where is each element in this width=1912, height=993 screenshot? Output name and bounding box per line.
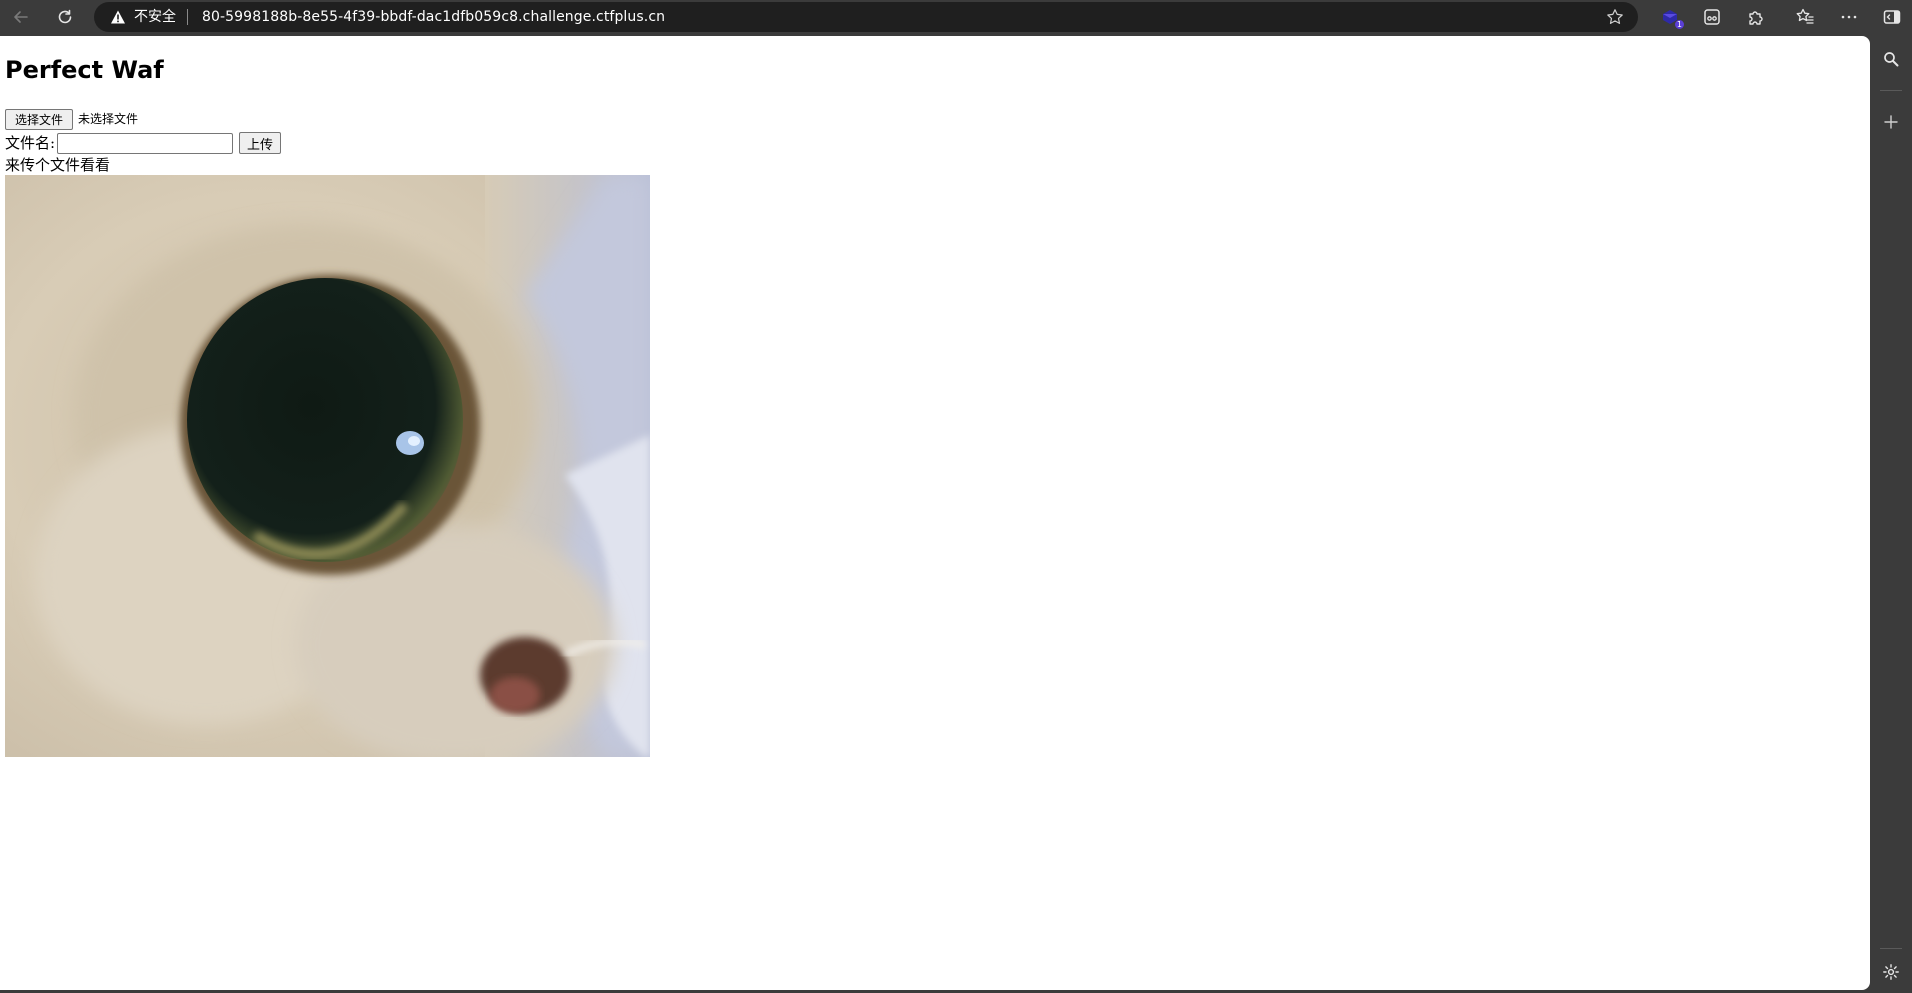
browser-toolbar: 不安全 80-5998188b-8e55-4f39-bbdf-dac1dfb05… <box>0 0 1912 35</box>
filename-input[interactable] <box>57 133 233 154</box>
extension-button[interactable]: 1 <box>1658 5 1684 29</box>
sidebar-divider <box>1880 90 1902 91</box>
sidebar-settings-button[interactable] <box>1879 960 1903 984</box>
upload-button[interactable]: 上传 <box>239 132 281 154</box>
sidebar-search-button[interactable] <box>1879 47 1903 71</box>
browser-sidebar <box>1870 35 1912 993</box>
back-button[interactable] <box>6 4 36 30</box>
favorites-icon <box>1796 8 1814 24</box>
cat-closeup-photo <box>5 175 650 757</box>
choose-file-button[interactable]: 选择文件 <box>5 109 73 130</box>
settings-icon <box>1883 964 1899 980</box>
extension-badge: 1 <box>1674 20 1684 29</box>
sidebar-divider-bottom <box>1880 948 1902 949</box>
page-viewport: Perfect Waf 选择文件 未选择文件 文件名: 上传 来传个文件看看 <box>0 36 1870 990</box>
page-title: Perfect Waf <box>5 56 164 84</box>
back-arrow-icon <box>14 11 28 23</box>
no-file-chosen-label: 未选择文件 <box>78 112 139 126</box>
reader-button[interactable] <box>1700 5 1724 29</box>
address-divider <box>187 9 188 25</box>
reload-icon <box>58 9 72 24</box>
star-icon[interactable] <box>1606 8 1624 26</box>
add-icon <box>1884 115 1898 129</box>
warning-triangle-icon[interactable] <box>110 9 126 25</box>
favorites-button[interactable] <box>1793 5 1817 29</box>
filename-label: 文件名: <box>5 134 56 152</box>
more-menu-button[interactable] <box>1837 5 1861 29</box>
extensions-menu-button[interactable] <box>1744 5 1768 29</box>
url-text[interactable]: 80-5998188b-8e55-4f39-bbdf-dac1dfb059c8.… <box>202 2 665 32</box>
hint-text: 来传个文件看看 <box>5 156 111 174</box>
sidebar-add-button[interactable] <box>1879 110 1903 134</box>
sidebar-toggle-button[interactable] <box>1880 5 1904 29</box>
reader-icon <box>1704 9 1720 25</box>
search-icon <box>1884 52 1899 67</box>
reload-button[interactable] <box>50 4 80 30</box>
sidebar-toggle-icon <box>1883 10 1901 24</box>
security-status-label[interactable]: 不安全 <box>134 2 176 32</box>
puzzle-icon <box>1749 11 1763 25</box>
address-bar[interactable]: 不安全 80-5998188b-8e55-4f39-bbdf-dac1dfb05… <box>94 2 1638 32</box>
more-dots-icon <box>1841 15 1857 19</box>
